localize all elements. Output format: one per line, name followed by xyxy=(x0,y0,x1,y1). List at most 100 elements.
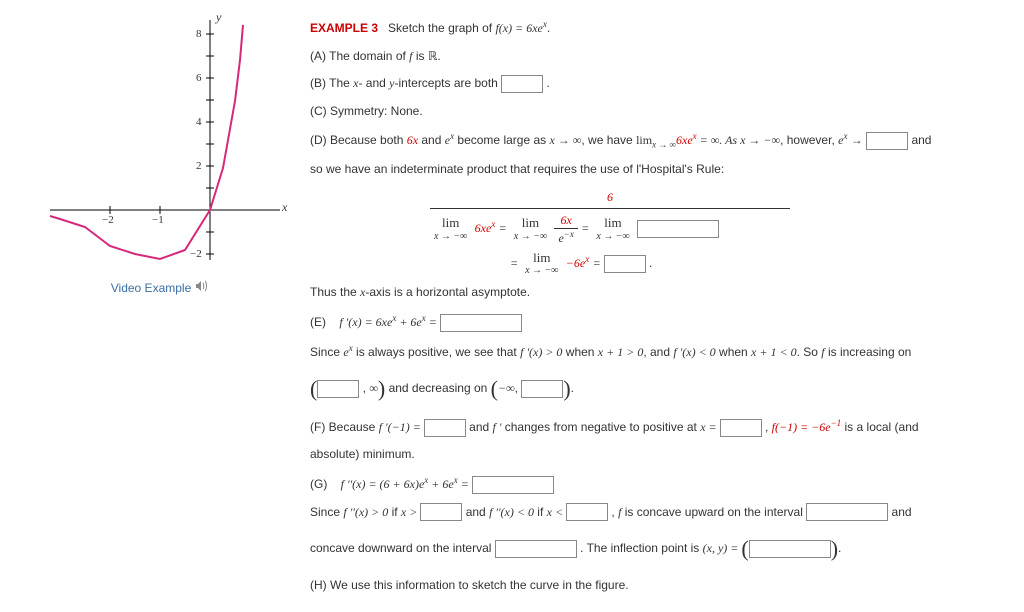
tick-y-8: 8 xyxy=(196,28,202,40)
F-fpneg1-input[interactable] xyxy=(424,419,466,437)
D-limexpr: 6xe xyxy=(676,133,693,147)
prompt-fn: f(x) = 6xe xyxy=(495,21,542,35)
part-G-line2: Since f ''(x) > 0 if x > and f ''(x) < 0… xyxy=(310,502,1004,524)
E2e: when xyxy=(716,345,751,359)
G-concup: is concave upward on the interval xyxy=(621,505,806,519)
frac-num: 6x xyxy=(560,213,571,227)
left-column: y x −2 −1 2 4 6 8 −2 Video Example xyxy=(20,10,300,295)
Dc1: Thus the xyxy=(310,285,360,299)
part-D-line2: so we have an indeterminate product that… xyxy=(310,159,1004,181)
eq4: = xyxy=(593,256,604,270)
y-axis-label: y xyxy=(216,10,221,25)
G-inflection-input[interactable] xyxy=(749,540,831,558)
G-and: and xyxy=(466,505,489,519)
video-example-link[interactable]: Video Example xyxy=(111,280,210,295)
part-G-line3: concave downward on the interval . The i… xyxy=(310,529,1004,569)
A-set: ℝ xyxy=(428,49,438,63)
B-intercept-input[interactable] xyxy=(501,75,543,93)
lim2: limx → −∞ xyxy=(514,216,547,241)
G-up-interval-input[interactable] xyxy=(806,503,888,521)
E-dec: and decreasing on xyxy=(389,381,491,395)
G-eq: = xyxy=(458,477,472,491)
video-example-text: Video Example xyxy=(111,281,192,295)
part-E-intervals: ( , ∞) and decreasing on (−∞, ). xyxy=(310,369,1004,409)
part-A: (A) The domain of f is ℝ. xyxy=(310,46,1004,68)
E-inf: ∞ xyxy=(369,381,378,395)
E2c: when xyxy=(562,345,597,359)
lhospital-block: 6 limx → −∞ 6xex = limx → −∞ 6x e−x = li… xyxy=(430,187,1004,277)
D1a: (D) Because both xyxy=(310,133,407,147)
F-mid2: changes from negative to positive at xyxy=(501,420,700,434)
tick-y-6: 6 xyxy=(196,72,202,84)
eq2: = xyxy=(581,221,592,235)
D-lim: lim xyxy=(636,133,652,147)
E2b: is always positive, we see that xyxy=(353,345,520,359)
part-F: (F) Because f '(−1) = and f ' changes fr… xyxy=(310,415,1004,439)
E-dec-upper-input[interactable] xyxy=(521,380,563,398)
G-plus: + 6e xyxy=(428,477,453,491)
G-fppgt: f ''(x) > 0 xyxy=(343,505,388,519)
prompt-prefix: Sketch the graph of xyxy=(388,21,495,35)
G-xgt-input[interactable] xyxy=(420,503,462,521)
G-down-interval-input[interactable] xyxy=(495,540,577,558)
x-axis-label: x xyxy=(282,200,287,215)
G-xlt-input[interactable] xyxy=(566,503,608,521)
part-E-line1: (E) f '(x) = 6xex + 6ex = xyxy=(310,310,1004,334)
G-fpp-input[interactable] xyxy=(472,476,554,494)
eq3: = xyxy=(510,256,521,270)
speaker-icon xyxy=(195,280,209,295)
D-final-limit-input[interactable] xyxy=(604,255,646,273)
tick-x-neg1: −1 xyxy=(152,214,164,226)
part-H: (H) We use this information to sketch th… xyxy=(310,575,1004,597)
E2d: , and xyxy=(643,345,673,359)
G-label: (G) xyxy=(310,477,327,491)
prompt-suffix: . xyxy=(547,21,550,35)
A-mid: is xyxy=(413,49,428,63)
B-mid1: - and xyxy=(358,76,389,90)
lim1: limx → −∞ xyxy=(434,216,467,241)
content-column: EXAMPLE 3 Sketch the graph of f(x) = 6xe… xyxy=(300,10,1004,602)
D-xto: x → ∞ xyxy=(549,133,581,147)
page-container: y x −2 −1 2 4 6 8 −2 Video Example EXAMP… xyxy=(20,10,1004,602)
tick-y-neg2: −2 xyxy=(190,248,202,260)
frac-6x-over-eminusx: 6x e−x xyxy=(554,213,577,245)
F-fneg1: f(−1) = −6e xyxy=(772,420,831,434)
E-fpx2: f '(x) < 0 xyxy=(673,345,715,359)
G-xlt: x < xyxy=(547,505,566,519)
E-inc-lower-input[interactable] xyxy=(317,380,359,398)
E-label: (E) xyxy=(310,315,326,329)
F-comma: , xyxy=(762,420,772,434)
E-neginf: −∞ xyxy=(498,381,515,395)
D-frac-input[interactable] xyxy=(637,220,719,238)
example-label: EXAMPLE 3 xyxy=(310,21,378,35)
F-prefix: (F) Because xyxy=(310,420,379,434)
F-mid1: and xyxy=(469,420,492,434)
lim1-exp: x xyxy=(491,219,495,229)
part-F-line2: absolute) minimum. xyxy=(310,444,1004,466)
D1f: → xyxy=(847,133,866,147)
part-B: (B) The x- and y-intercepts are both . xyxy=(310,73,1004,95)
F-fpneg1: f '(−1) = xyxy=(379,420,424,434)
F-x-input[interactable] xyxy=(720,419,762,437)
E-cond1: x + 1 > 0 xyxy=(598,345,644,359)
D-limsub: x → ∞ xyxy=(652,140,676,150)
E-plus: + 6e xyxy=(396,315,421,329)
G-if2: if xyxy=(534,505,547,519)
tick-y-2: 2 xyxy=(196,160,202,172)
D-6x: 6x xyxy=(407,133,418,147)
part-D-line1: (D) Because both 6x and ex become large … xyxy=(310,128,1004,153)
D-limit-input[interactable] xyxy=(866,132,908,150)
B-prefix: (B) The xyxy=(310,76,353,90)
E2a: Since xyxy=(310,345,343,359)
E2f: . So xyxy=(797,345,822,359)
G-since: Since xyxy=(310,505,343,519)
eq1: = xyxy=(499,221,510,235)
D1c: become large as xyxy=(454,133,549,147)
E-fpx: f '(x) > 0 xyxy=(520,345,562,359)
D-neg6exexp: x xyxy=(585,254,589,264)
G-fpplt: f ''(x) < 0 xyxy=(489,505,534,519)
E-fprime-input[interactable] xyxy=(440,314,522,332)
G-inflect: . The inflection point is xyxy=(580,541,703,555)
G-concdn: concave downward on the interval xyxy=(310,541,495,555)
E2g: is increasing on xyxy=(825,345,912,359)
